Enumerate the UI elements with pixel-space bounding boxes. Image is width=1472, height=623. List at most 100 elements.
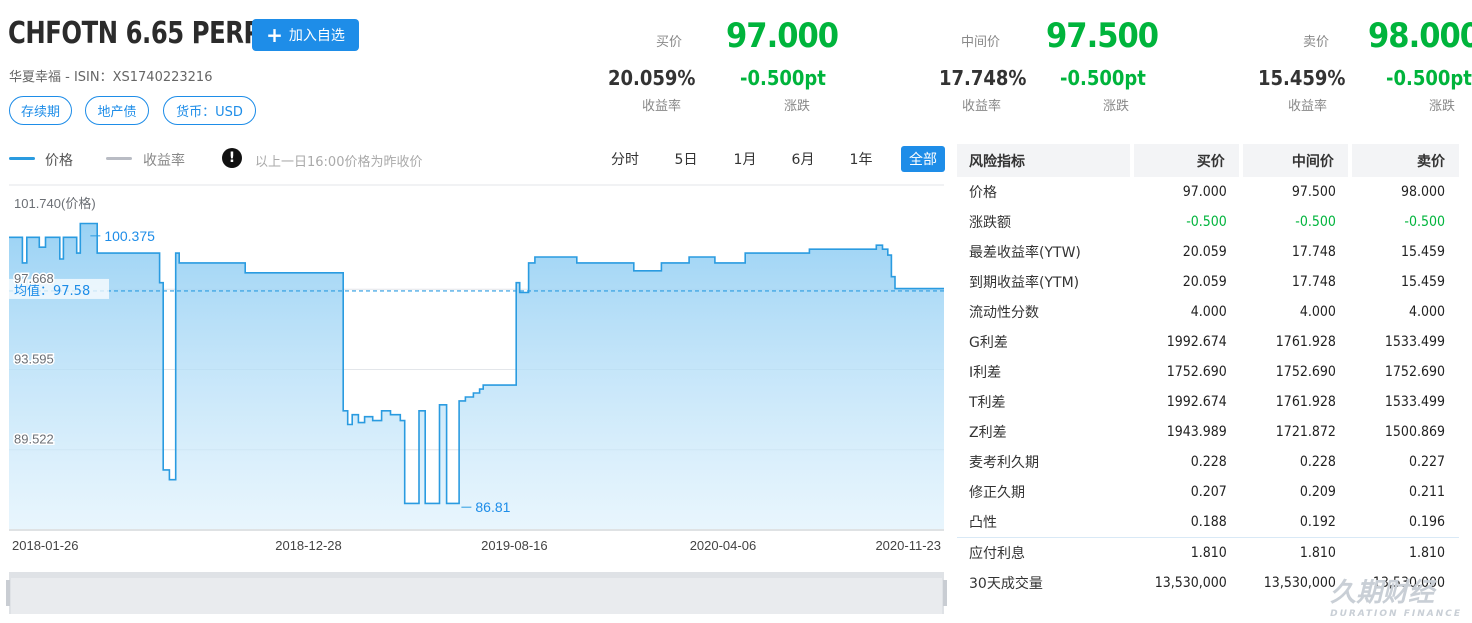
cell-label: 价格 [969, 185, 997, 201]
ask-yield-label: 收益率 [1288, 99, 1328, 114]
cell-ask: 0.227 [1408, 454, 1445, 470]
bid-price: 97.000 [726, 16, 839, 56]
bond-title: CHFOTN 6.65 PERP [8, 16, 261, 51]
header-mid: 中间价 [1240, 144, 1352, 177]
ask-price: 98.000 [1368, 16, 1472, 56]
table-row: 应付利息 1.810 1.810 1.810 [957, 537, 1459, 568]
cell-mid: 1721.872 [1275, 424, 1336, 440]
cell-label: G利差 [969, 335, 1008, 351]
min-label: 86.81 [475, 499, 510, 515]
cell-label: 最差收益率(YTW) [969, 245, 1081, 261]
cell-ask: 1533.499 [1384, 394, 1445, 410]
ask-yield: 15.459% [1258, 66, 1346, 90]
header-ask: 卖价 [1349, 144, 1459, 177]
cell-mid: 0.228 [1299, 454, 1336, 470]
cell-label: 修正久期 [969, 485, 1025, 501]
cell-bid: 1.810 [1131, 537, 1241, 568]
table-row: 涨跌额 -0.500 -0.500 -0.500 [957, 207, 1459, 237]
y-tick-label: 89.522 [14, 432, 54, 447]
cell-ask: 0.196 [1408, 514, 1445, 530]
info-icon: ! [222, 148, 242, 168]
cell-mid: 1752.690 [1275, 364, 1336, 380]
cell-bid: 0.228 [1190, 454, 1227, 470]
cell-ask: 15.459 [1400, 244, 1445, 260]
max-label: 100.375 [104, 228, 155, 244]
x-tick-label: 2018-12-28 [275, 538, 342, 553]
table-row: 最差收益率(YTW) 20.059 17.748 15.459 [957, 237, 1459, 267]
mid-change: -0.500pt [1060, 66, 1146, 90]
cell-mid: -0.500 [1295, 214, 1336, 230]
watermark-main: 久期财经 [1330, 578, 1435, 608]
table-row: 到期收益率(YTM) 20.059 17.748 15.459 [957, 267, 1459, 297]
y-tick-label: 101.740(价格) [14, 196, 96, 211]
ask-change-label: 涨跌 [1429, 99, 1456, 114]
range-5d[interactable]: 5日 [666, 146, 706, 172]
cell-ask: 1.810 [1349, 537, 1459, 568]
cell-label: 凸性 [969, 515, 997, 531]
bid-change: -0.500pt [740, 66, 826, 90]
cell-bid: 1992.674 [1166, 334, 1227, 350]
cell-mid: 97.500 [1291, 184, 1336, 200]
header-indicator: 风险指标 [957, 144, 1134, 177]
add-to-watchlist-button[interactable]: + 加入自选 [252, 19, 359, 51]
cell-label: I利差 [969, 365, 1002, 381]
table-row: I利差 1752.690 1752.690 1752.690 [957, 357, 1459, 387]
range-intraday[interactable]: 分时 [604, 146, 646, 172]
mid-yield: 17.748% [939, 66, 1027, 90]
tag-currency[interactable]: 货币：USD [163, 96, 256, 125]
cell-ask: 98.000 [1400, 184, 1445, 200]
cell-mid: 1.810 [1240, 537, 1350, 568]
range-1y[interactable]: 1年 [841, 146, 881, 172]
price-area [9, 223, 944, 529]
cell-label: 应付利息 [957, 537, 1132, 568]
tag-sector[interactable]: 地产债 [85, 96, 149, 125]
ask-label: 卖价 [1303, 35, 1330, 50]
cell-label: 麦考利久期 [969, 455, 1039, 471]
y-tick-label: 93.595 [14, 351, 54, 366]
cell-bid: 20.059 [1182, 274, 1227, 290]
table-row: T利差 1992.674 1761.928 1533.499 [957, 387, 1459, 417]
ask-change: -0.500pt [1386, 66, 1472, 90]
risk-table: 风险指标 买价 中间价 卖价 价格 97.000 97.500 98.000 涨跌额 -0… [957, 144, 1459, 598]
range-6m[interactable]: 6月 [783, 146, 823, 172]
cell-ask: 1500.869 [1384, 424, 1445, 440]
table-row: 修正久期 0.207 0.209 0.211 [957, 477, 1459, 507]
cell-ask: 4.000 [1408, 304, 1445, 320]
cell-mid: 17.748 [1291, 274, 1336, 290]
table-row: 麦考利久期 0.228 0.228 0.227 [957, 447, 1459, 477]
yield-legend-label[interactable]: 收益率 [143, 150, 185, 170]
table-row: Z利差 1943.989 1721.872 1500.869 [957, 417, 1459, 447]
tag-status[interactable]: 存续期 [9, 96, 72, 125]
price-legend-label[interactable]: 价格 [45, 150, 73, 170]
range-1m[interactable]: 1月 [725, 146, 765, 172]
mid-price: 97.500 [1046, 16, 1159, 56]
cell-label: 30天成交量 [969, 576, 1043, 592]
table-row: 流动性分数 4.000 4.000 4.000 [957, 297, 1459, 327]
cell-label: 流动性分数 [969, 305, 1039, 321]
cell-bid: 0.188 [1190, 514, 1227, 530]
issuer-isin: 华夏幸福 - ISIN：XS1740223216 [9, 70, 213, 85]
bid-yield-label: 收益率 [642, 99, 682, 114]
bid-change-label: 涨跌 [784, 99, 811, 114]
add-to-watchlist-label: 加入自选 [288, 28, 345, 44]
cell-bid: 1992.674 [1166, 394, 1227, 410]
risk-table-header: 风险指标 买价 中间价 卖价 [957, 144, 1459, 177]
cell-bid: 13,530,000 [1154, 575, 1227, 591]
header-bid: 买价 [1131, 144, 1243, 177]
price-legend-swatch[interactable] [9, 157, 35, 160]
cell-ask: 0.211 [1408, 484, 1445, 500]
watermark-logo: 久期财经 DURATION FINANCE [1330, 572, 1462, 619]
price-chart[interactable]: 均值：97.58101.740(价格)97.66893.59589.522201… [0, 180, 950, 623]
mid-change-label: 涨跌 [1103, 99, 1130, 114]
cell-ask: 1533.499 [1384, 334, 1445, 350]
cell-label: Z利差 [969, 425, 1007, 441]
range-all[interactable]: 全部 [901, 146, 945, 172]
bid-yield: 20.059% [608, 66, 696, 90]
cell-mid: 4.000 [1299, 304, 1336, 320]
cell-label: T利差 [969, 395, 1006, 411]
cell-bid: 1943.989 [1166, 424, 1227, 440]
navigator-left-handle [6, 580, 10, 606]
x-tick-label: 2020-04-06 [690, 538, 757, 553]
navigator-series [11, 578, 942, 614]
yield-legend-swatch[interactable] [106, 157, 132, 160]
